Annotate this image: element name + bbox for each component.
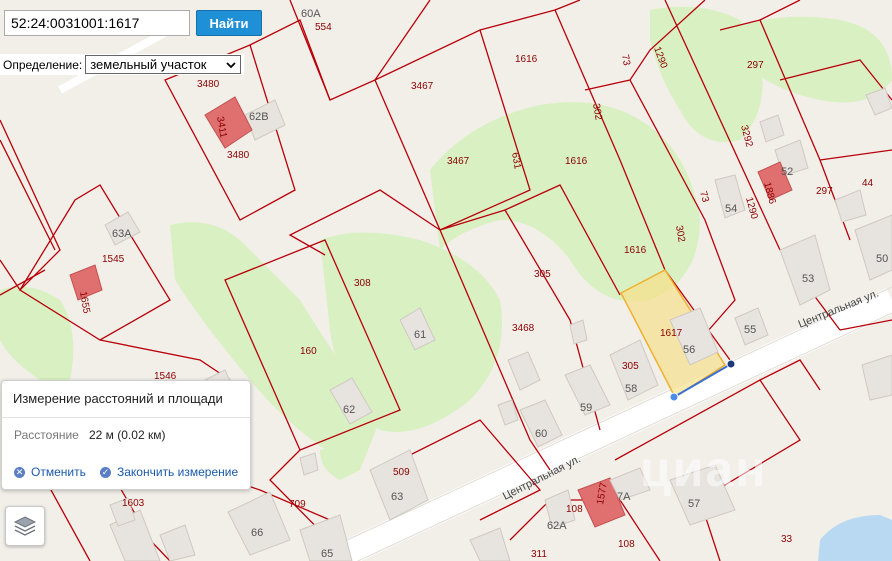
parcel-label: 1616 — [624, 245, 647, 256]
house-number-label: 59 — [580, 402, 592, 414]
measure-panel: Измерение расстояний и площади Расстояни… — [1, 380, 251, 490]
parcel-label: 108 — [566, 504, 583, 515]
measure-panel-title: Измерение расстояний и площади — [13, 391, 223, 406]
parcel-label: 44 — [862, 178, 874, 189]
parcel-label: 3467 — [411, 81, 434, 92]
cadastral-search-input[interactable] — [4, 10, 190, 36]
house-number-label: 66 — [251, 527, 263, 539]
cancel-label: Отменить — [31, 465, 86, 479]
house-number-label: 65 — [321, 548, 333, 560]
parcel-label: 305 — [534, 269, 551, 280]
house-number-label: 62В — [249, 111, 269, 123]
parcel-label: 709 — [289, 499, 306, 510]
layers-icon — [13, 516, 37, 536]
parcel-label: 509 — [393, 467, 410, 478]
panel-divider — [2, 417, 250, 418]
definition-select[interactable]: земельный участок — [85, 55, 242, 74]
parcel-label: 308 — [354, 278, 371, 289]
parcel-label: 33 — [781, 534, 793, 545]
measure-point-end[interactable] — [726, 359, 736, 369]
house-number-label: 55 — [744, 324, 756, 336]
parcel-label: 1603 — [122, 498, 145, 509]
parcel-label: 1616 — [515, 54, 538, 65]
parcel-label: 3467 — [447, 156, 470, 167]
finish-measure-button[interactable]: ✓ Закончить измерение — [100, 465, 238, 479]
definition-selected-value: земельный участок — [90, 57, 207, 72]
definition-label: Определение: — [3, 57, 83, 72]
house-number-label: 62А — [547, 520, 567, 532]
search-bar: Найти — [4, 10, 262, 36]
parcel-label: 1545 — [102, 254, 125, 265]
parcel-label: 311 — [531, 549, 547, 560]
layers-button[interactable] — [5, 506, 45, 546]
chevron-down-icon — [226, 57, 236, 72]
house-number-label: 50 — [876, 253, 888, 265]
house-number-label: 62 — [343, 404, 355, 416]
parcel-label: 160 — [300, 346, 317, 357]
house-number-label: 63А — [112, 228, 132, 240]
parcel-label: 554 — [315, 22, 332, 33]
finish-label: Закончить измерение — [117, 465, 239, 479]
house-number-label: 54 — [725, 203, 737, 215]
house-number-label: 57 — [688, 498, 700, 510]
distance-label: Расстояние — [14, 428, 79, 442]
distance-value: 22 м (0.02 км) — [89, 428, 166, 442]
close-icon: ✕ — [14, 466, 25, 478]
check-icon: ✓ — [100, 466, 111, 478]
house-number-label: 7А — [617, 491, 631, 503]
house-number-label: 58 — [625, 383, 637, 395]
house-number-label: 60 — [535, 428, 547, 440]
house-number-label: 52 — [781, 166, 793, 178]
house-number-label: 60А — [301, 8, 321, 20]
parcel-label: 108 — [618, 539, 635, 550]
parcel-label: 3480 — [227, 150, 250, 161]
cancel-measure-button[interactable]: ✕ Отменить — [14, 465, 86, 479]
watermark: циан — [640, 441, 768, 497]
find-button[interactable]: Найти — [196, 10, 262, 36]
parcel-label: 3468 — [512, 323, 535, 334]
definition-row: Определение: земельный участок — [0, 54, 245, 75]
parcel-label: 305 — [622, 361, 639, 372]
house-number-label: 56 — [683, 344, 695, 356]
parcel-label: 3480 — [197, 79, 220, 90]
parcel-label: 1616 — [565, 156, 588, 167]
house-number-label: 63 — [391, 491, 403, 503]
measure-point-start[interactable] — [669, 392, 679, 402]
parcel-label: 1617 — [660, 328, 683, 339]
parcel-label: 297 — [816, 186, 833, 197]
parcel-label: 297 — [747, 60, 764, 71]
house-number-label: 61 — [414, 329, 426, 341]
house-number-label: 53 — [802, 273, 814, 285]
